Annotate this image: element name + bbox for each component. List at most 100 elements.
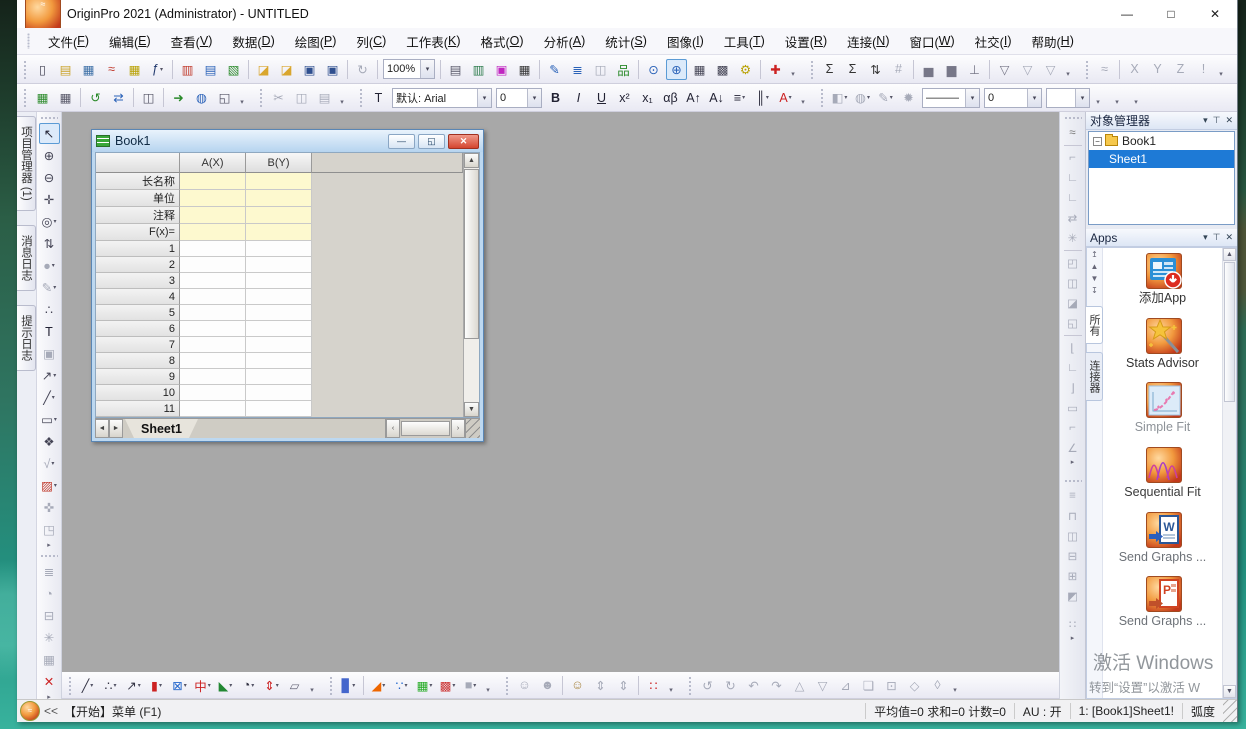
decrease-perspective-button[interactable]: ▽ [812,675,833,696]
tilt-right-button[interactable]: ↷ [766,675,787,696]
scroll-down-icon[interactable]: ▼ [1091,274,1099,286]
open-excel-button[interactable]: ◪ [276,59,297,80]
scroll-to-bottom-icon[interactable]: ↧ [1091,286,1098,298]
pin-icon[interactable]: ⊤ [1213,232,1221,243]
toolbar-expand-button[interactable]: ▸ [1067,634,1079,646]
toolbar-overflow-button[interactable]: ▾ [1215,59,1227,80]
dropdown-arrow-icon[interactable]: ▾ [113,682,116,689]
cell[interactable] [180,289,246,305]
apps-scrollbar[interactable]: ▲ ▼ [1222,248,1236,698]
menu-格式[interactable]: 格式(O) [470,28,533,54]
menu-统计[interactable]: 统计(S) [595,28,657,54]
z-column-button[interactable]: Z [1170,59,1191,80]
right-axis-button[interactable]: ⌋ [1063,378,1083,397]
add-right-y-axis-button[interactable]: ∟ [1063,168,1083,187]
chevron-down-icon[interactable]: ▾ [965,89,979,107]
frame-axis-button[interactable]: ▭ [1063,398,1083,417]
row-header[interactable]: 5 [96,305,180,321]
dropdown-arrow-icon[interactable]: ▾ [53,218,56,225]
rotate-3d-tool[interactable]: ◳ [39,519,60,540]
rescale-tool[interactable]: ✜ [39,497,60,518]
decrease-font-button[interactable]: A↓ [706,87,727,108]
decrease-spacing-button[interactable]: ⇕ [613,675,634,696]
align-top-objects-button[interactable]: ⊓ [1063,506,1083,525]
bottom-axis-button[interactable]: ∟ [1063,358,1083,377]
cell[interactable] [180,305,246,321]
toolbar-drag-handle[interactable] [1085,60,1089,79]
apps-scroll-thumb[interactable] [1224,262,1235,402]
new-layer-button[interactable]: ◰ [1063,253,1083,272]
3d-scatter-plot-button[interactable]: ∵▾ [391,675,412,696]
fit-frame-button[interactable]: ⊿ [835,675,856,696]
cell[interactable] [180,190,246,207]
scroll-down-icon[interactable]: ▼ [464,402,479,417]
scroll-right-icon[interactable]: › [451,419,465,438]
pattern-button[interactable]: ◍▾ [852,87,873,108]
menu-社交[interactable]: 社交(I) [965,28,1022,54]
bold-button[interactable]: B [545,87,566,108]
toolbar-overflow-button[interactable]: ▾ [949,675,961,696]
film-button[interactable]: ▦ [514,59,535,80]
cell[interactable] [246,369,312,385]
column-header-A(X)[interactable]: A(X) [180,153,246,173]
toolbar-overflow-button[interactable]: ▾ [236,87,248,108]
superscript-button[interactable]: x² [614,87,635,108]
sheet-tab[interactable]: Sheet1 [125,419,198,438]
row-header[interactable]: 9 [96,369,180,385]
toolbar-overflow-button[interactable]: ▾ [482,675,494,696]
menu-列[interactable]: 列(C) [346,28,396,54]
new-project-button[interactable]: ▯ [32,59,53,80]
y-column-button[interactable]: Y [1147,59,1168,80]
maximize-button[interactable]: □ [1149,0,1193,28]
options-button[interactable]: ⚙ [735,59,756,80]
worksheet-display-button[interactable]: ▦ [689,59,710,80]
tile-windows-button[interactable]: ≣ [567,59,588,80]
column-chart-button[interactable]: ▆ [941,59,962,80]
data-selector-tool[interactable]: ⇅ [39,233,60,254]
chevron-down-icon[interactable]: ▾ [1027,89,1041,107]
save-project-button[interactable]: ▣ [299,59,320,80]
increase-spacing-button[interactable]: ⇕ [590,675,611,696]
cell[interactable] [246,173,312,190]
slideshow-button[interactable]: ▥ [468,59,489,80]
row-header[interactable]: 4 [96,289,180,305]
book1-title-bar[interactable]: Book1 — ◱ ✕ [92,130,483,152]
dropdown-arrow-icon[interactable]: ▾ [766,94,769,101]
vertical-scroll-thumb[interactable] [464,169,479,339]
save-window-button[interactable]: ▣ [322,59,343,80]
dropdown-arrow-icon[interactable]: ▾ [452,682,455,689]
toolbar-overflow-button[interactable]: ▾ [787,59,799,80]
menu-数据[interactable]: 数据(D) [222,28,284,54]
pie-object-tool[interactable]: ◔ [39,583,60,604]
apps-tab-all[interactable]: 所有 [1086,306,1103,344]
toolbar-overflow-button[interactable]: ▾ [1130,87,1142,108]
arrow-tool[interactable]: ↗▾ [39,365,60,386]
new-excel-button[interactable]: ▧ [223,59,244,80]
book1-restore-button[interactable]: ◱ [418,134,445,149]
stack-layers-button[interactable]: ◪ [1063,293,1083,312]
print-button[interactable]: ▤ [445,59,466,80]
dropdown-arrow-icon[interactable]: ▾ [52,394,55,401]
dock-tab[interactable]: 项目管理器 (1) [17,116,36,211]
insert-graph-tool[interactable]: ▨▾ [39,475,60,496]
row-header[interactable]: 1 [96,241,180,257]
layer-lines-tool[interactable]: ≣ [39,561,60,582]
mask-points-button[interactable]: ☺ [514,675,535,696]
row-header[interactable]: 10 [96,385,180,401]
toolbar-drag-handle[interactable] [1064,116,1082,120]
copy-button[interactable]: ◫ [291,87,312,108]
toolbar-overflow-button[interactable]: ▾ [1062,59,1074,80]
scroll-down-icon[interactable]: ▼ [1223,685,1236,698]
new-function-button[interactable]: ƒ▾ [147,59,168,80]
menu-图像[interactable]: 图像(I) [657,28,714,54]
draw-data-tool[interactable]: ✎▾ [39,277,60,298]
filter-button[interactable]: ▽ [994,59,1015,80]
dropdown-arrow-icon[interactable]: ▾ [251,682,254,689]
next-sheet-button[interactable]: ► [109,419,123,438]
spectroscopy-button[interactable]: ≈ [1094,59,1115,80]
font-color-button[interactable]: A▾ [775,87,796,108]
row-header[interactable]: 注释 [96,207,180,224]
cell[interactable] [246,321,312,337]
scroll-up-icon[interactable]: ▲ [1091,262,1099,274]
row-header[interactable]: 2 [96,257,180,273]
